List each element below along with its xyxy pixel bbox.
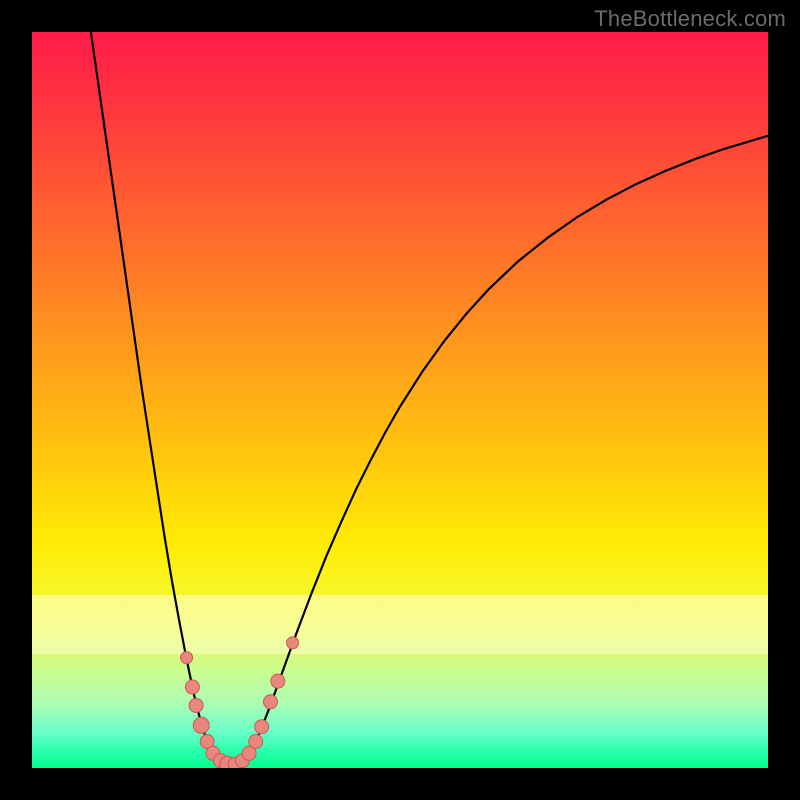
data-dot — [255, 720, 269, 734]
watermark-text: TheBottleneck.com — [594, 6, 786, 32]
chart-frame: TheBottleneck.com — [0, 0, 800, 800]
data-dot — [249, 735, 263, 749]
data-dots-group — [181, 637, 299, 768]
data-dot — [263, 695, 277, 709]
data-dot — [181, 652, 193, 664]
data-dot — [189, 698, 203, 712]
data-dot — [193, 717, 209, 733]
data-dot — [185, 680, 199, 694]
plot-area — [32, 32, 768, 768]
chart-svg — [32, 32, 768, 768]
data-dot — [287, 637, 299, 649]
data-dot — [271, 674, 285, 688]
